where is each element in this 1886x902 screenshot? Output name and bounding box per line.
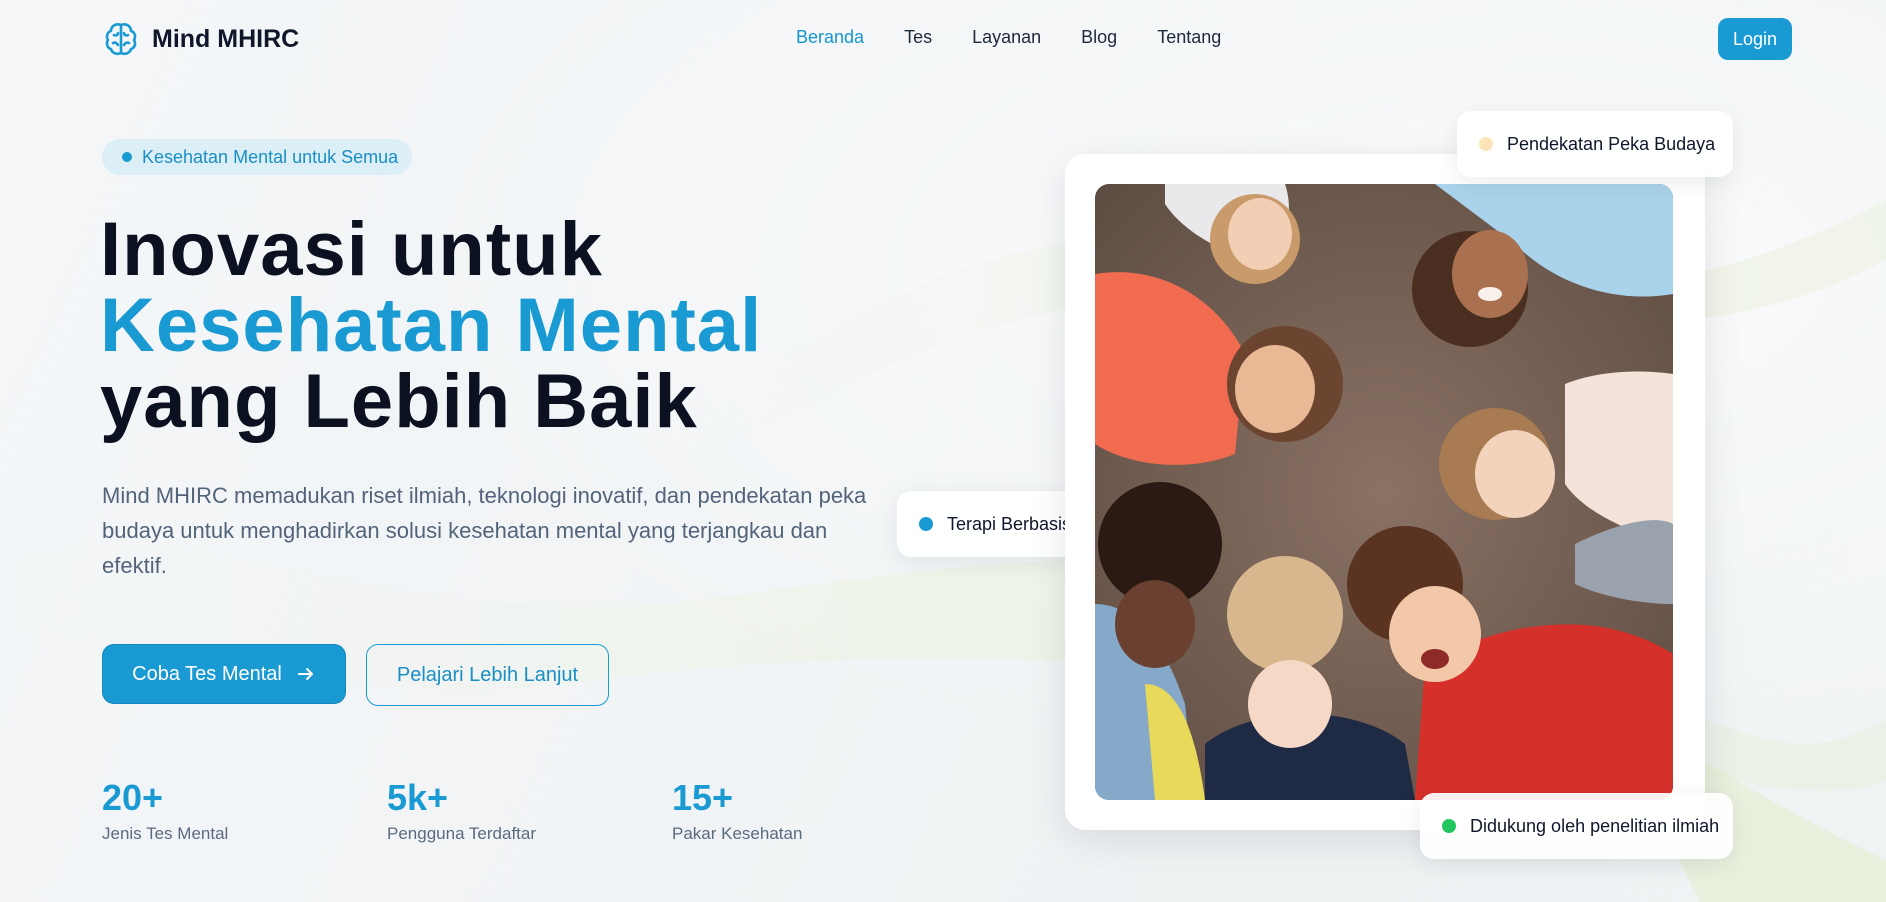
headline-line-2: Kesehatan Mental (100, 283, 763, 368)
tag-text: Didukung oleh penelitian ilmiah (1470, 815, 1720, 836)
main-nav: Beranda Tes Layanan Blog Tentang (796, 27, 1261, 48)
floating-tag-research: Didukung oleh penelitian ilmiah (1420, 793, 1733, 859)
stat-test-types: 20+ Jenis Tes Mental (102, 778, 228, 844)
hero-description: Mind MHIRC memadukan riset ilmiah, tekno… (102, 483, 867, 578)
nav-link-blog[interactable]: Blog (1081, 27, 1117, 48)
brand-logo[interactable]: Mind MHIRC (102, 20, 299, 58)
stat-value: 5k+ (387, 777, 449, 818)
learn-more-button[interactable]: Pelajari Lebih Lanjut (366, 644, 609, 706)
login-button[interactable]: Login (1718, 18, 1792, 60)
tag-dot (1442, 819, 1456, 833)
hero-photo-card (1065, 154, 1705, 830)
floating-tag-culture: Pendekatan Peka Budaya (1457, 111, 1733, 177)
photo-illustration (1095, 184, 1673, 800)
headline-line-3: yang Lebih Baik (100, 359, 698, 444)
tag-dot (1479, 137, 1493, 151)
nav-link-layanan[interactable]: Layanan (972, 27, 1041, 48)
stat-value: 15+ (672, 777, 734, 818)
children-circle-photo (1095, 184, 1673, 800)
brain-icon (105, 23, 137, 56)
top-navbar: Mind MHIRC Beranda Tes Layanan Blog Tent… (0, 0, 1886, 78)
badge-text: Kesehatan Mental untuk Semua (142, 146, 399, 167)
headline-line-1: Inovasi untuk (100, 207, 603, 292)
try-mental-test-label: Coba Tes Mental (132, 662, 282, 685)
stat-value: 20+ (102, 777, 164, 818)
nav-link-tentang[interactable]: Tentang (1157, 27, 1221, 48)
stat-label: Pengguna Terdaftar (387, 824, 537, 843)
stat-health-experts: 15+ Pakar Kesehatan (672, 778, 802, 844)
stat-label: Jenis Tes Mental (102, 824, 229, 843)
nav-link-tes[interactable]: Tes (904, 27, 932, 48)
try-mental-test-button[interactable]: Coba Tes Mental (102, 644, 346, 704)
stat-label: Pakar Kesehatan (672, 824, 803, 843)
hero-headline: Inovasi untuk Kesehatan Mental yang Lebi… (100, 212, 762, 440)
nav-link-beranda[interactable]: Beranda (796, 27, 864, 48)
stat-registered-users: 5k+ Pengguna Terdaftar (387, 778, 536, 844)
arrow-right-icon (297, 668, 313, 680)
hero-badge: Kesehatan Mental untuk Semua (102, 139, 412, 175)
badge-dot (122, 152, 132, 162)
brand-name: Mind MHIRC (152, 24, 300, 53)
tag-dot (919, 517, 933, 531)
tag-text: Pendekatan Peka Budaya (1507, 133, 1716, 154)
